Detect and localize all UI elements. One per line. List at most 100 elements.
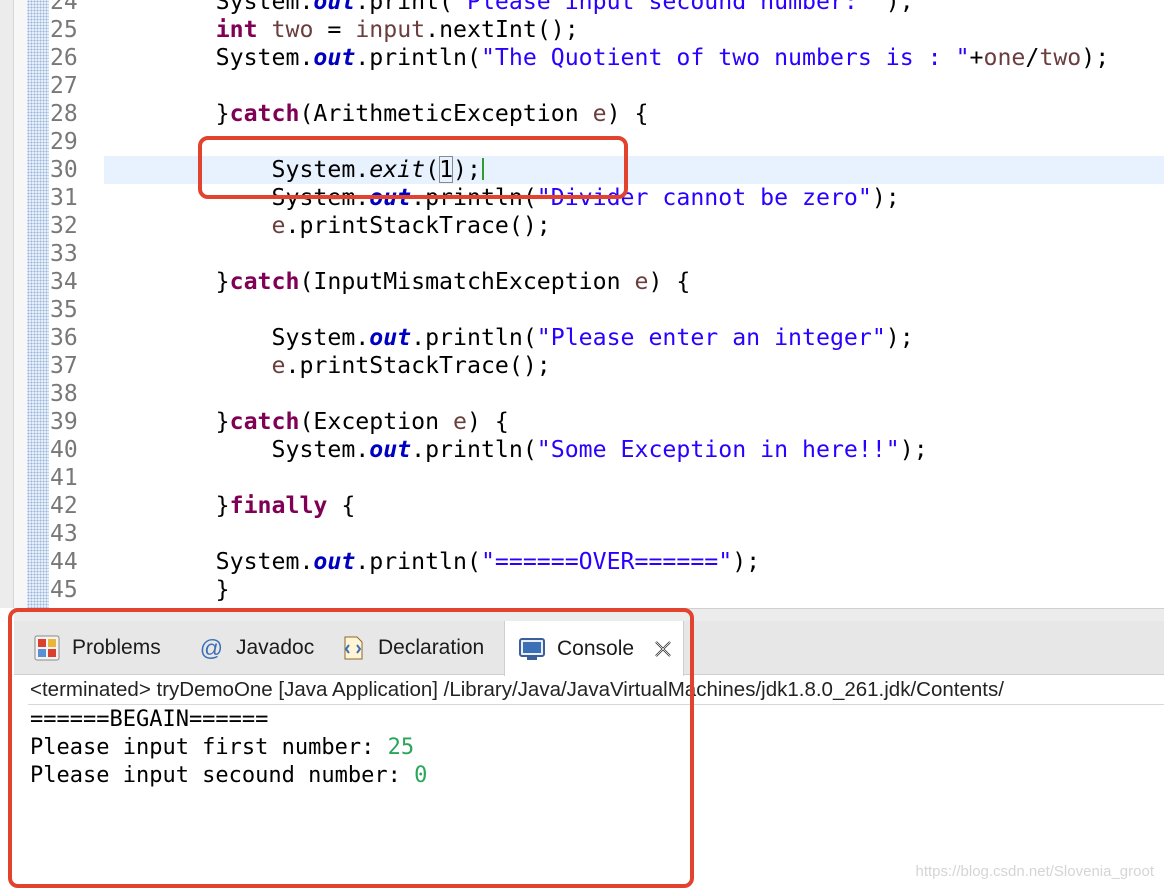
code-token: = bbox=[313, 16, 356, 43]
code-line[interactable]: 35 bbox=[0, 296, 1164, 324]
code-token: System. bbox=[104, 44, 314, 71]
code-line[interactable]: 45 } bbox=[0, 576, 1164, 604]
code-token: } bbox=[104, 492, 230, 519]
line-number: 44 bbox=[50, 549, 78, 575]
view-tab-bar: Problems @ Javadoc Declaration Console bbox=[14, 621, 1164, 676]
code-line[interactable]: 42 }finally { bbox=[0, 492, 1164, 520]
line-number: 29 bbox=[50, 129, 78, 155]
code-token: out bbox=[369, 436, 412, 463]
code-text: }catch(Exception e) { bbox=[104, 408, 509, 436]
code-line[interactable]: 34 }catch(InputMismatchException e) { bbox=[0, 268, 1164, 296]
code-token: .nextInt(); bbox=[425, 16, 579, 43]
divider bbox=[28, 704, 1164, 705]
code-token: ); bbox=[899, 436, 928, 463]
code-token: System. bbox=[104, 0, 314, 15]
line-number: 31 bbox=[50, 185, 78, 211]
code-line[interactable]: 26 System.out.println("The Quotient of t… bbox=[0, 44, 1164, 72]
code-token: .println( bbox=[355, 44, 481, 71]
close-icon[interactable] bbox=[652, 638, 674, 660]
code-token: two bbox=[1039, 44, 1082, 71]
code-token: ( bbox=[425, 156, 440, 183]
code-line[interactable]: 44 System.out.println("======OVER======"… bbox=[0, 548, 1164, 576]
code-text: int two = input.nextInt(); bbox=[104, 16, 579, 44]
code-line[interactable]: 24 System.out.print("Please input secoun… bbox=[0, 0, 1164, 16]
code-token: } bbox=[104, 576, 230, 603]
code-token: ); bbox=[732, 548, 761, 575]
code-line[interactable]: 25 int two = input.nextInt(); bbox=[0, 16, 1164, 44]
console-line: Please input first number: 25 bbox=[30, 734, 427, 762]
code-line[interactable]: 38 bbox=[0, 380, 1164, 408]
code-token: out bbox=[313, 44, 356, 71]
code-token: 1 bbox=[439, 156, 454, 183]
line-number: 36 bbox=[50, 325, 78, 351]
code-token: out bbox=[369, 184, 412, 211]
code-token: "Please enter an integer" bbox=[536, 324, 886, 351]
text-caret bbox=[481, 158, 484, 180]
code-line[interactable]: 27 bbox=[0, 72, 1164, 100]
panel-separator[interactable] bbox=[14, 608, 1164, 621]
code-text: System.out.println("Please enter an inte… bbox=[104, 324, 914, 352]
console-output[interactable]: ======BEGAIN====== Please input first num… bbox=[30, 706, 427, 790]
code-editor[interactable]: 24 System.out.print("Please input secoun… bbox=[0, 0, 1164, 608]
code-token: two bbox=[271, 16, 314, 43]
code-line[interactable]: 31 System.out.println("Divider cannot be… bbox=[0, 184, 1164, 212]
code-token: .printStackTrace(); bbox=[285, 212, 551, 239]
code-token: ); bbox=[871, 184, 900, 211]
code-text: }catch(ArithmeticException e) { bbox=[104, 100, 649, 128]
code-token: + bbox=[969, 44, 984, 71]
code-text: System.exit(1); bbox=[104, 156, 484, 184]
code-line[interactable]: 41 bbox=[0, 464, 1164, 492]
code-line[interactable]: 36 System.out.println("Please enter an i… bbox=[0, 324, 1164, 352]
line-number: 41 bbox=[50, 465, 78, 491]
code-token: input bbox=[355, 16, 426, 43]
code-token: e bbox=[592, 100, 607, 127]
code-token: (InputMismatchException bbox=[299, 268, 635, 295]
code-token: catch bbox=[229, 408, 300, 435]
code-line[interactable]: 30 System.exit(1); bbox=[0, 156, 1164, 184]
code-token: catch bbox=[229, 100, 300, 127]
console-text: ======BEGAIN====== bbox=[30, 707, 269, 732]
code-token: e bbox=[271, 212, 286, 239]
code-token: } bbox=[104, 408, 230, 435]
code-line[interactable]: 32 e.printStackTrace(); bbox=[0, 212, 1164, 240]
code-text: System.out.print("Please input secound n… bbox=[104, 0, 914, 16]
code-token: .print( bbox=[355, 0, 454, 15]
code-text: } bbox=[104, 576, 230, 604]
line-number: 27 bbox=[50, 73, 78, 99]
code-token: e bbox=[271, 352, 286, 379]
code-line[interactable]: 40 System.out.println("Some Exception in… bbox=[0, 436, 1164, 464]
code-line[interactable]: 43 bbox=[0, 520, 1164, 548]
code-line[interactable]: 28 }catch(ArithmeticException e) { bbox=[0, 100, 1164, 128]
code-text: System.out.println("The Quotient of two … bbox=[104, 44, 1110, 72]
code-token: "Divider cannot be zero" bbox=[536, 184, 872, 211]
code-text: e.printStackTrace(); bbox=[104, 352, 551, 380]
code-token: ) { bbox=[466, 408, 509, 435]
code-token: System. bbox=[104, 156, 370, 183]
code-text: System.out.println("======OVER======"); bbox=[104, 548, 760, 576]
code-token: (ArithmeticException bbox=[299, 100, 593, 127]
line-number: 37 bbox=[50, 353, 78, 379]
code-token: (Exception bbox=[299, 408, 454, 435]
code-token: ); bbox=[885, 0, 914, 15]
tab-console[interactable]: Console bbox=[504, 621, 684, 676]
tab-javadoc[interactable]: @ Javadoc bbox=[184, 621, 326, 675]
code-token: out bbox=[313, 548, 356, 575]
code-token: / bbox=[1025, 44, 1040, 71]
console-line: Please input secound number: 0 bbox=[30, 762, 427, 790]
code-token: catch bbox=[229, 268, 300, 295]
line-number: 45 bbox=[50, 577, 78, 603]
code-line[interactable]: 29 bbox=[0, 128, 1164, 156]
tab-label: Problems bbox=[72, 636, 161, 659]
tab-label: Console bbox=[557, 636, 635, 660]
tab-problems[interactable]: Problems bbox=[20, 621, 184, 675]
code-token: { bbox=[327, 492, 356, 519]
code-token: .println( bbox=[411, 324, 537, 351]
code-line[interactable]: 33 bbox=[0, 240, 1164, 268]
tab-declaration[interactable]: Declaration bbox=[326, 621, 504, 675]
line-number: 35 bbox=[50, 297, 78, 323]
code-line[interactable]: 39 }catch(Exception e) { bbox=[0, 408, 1164, 436]
line-number: 26 bbox=[50, 45, 78, 71]
code-line[interactable]: 37 e.printStackTrace(); bbox=[0, 352, 1164, 380]
tab-label: Javadoc bbox=[236, 636, 315, 659]
